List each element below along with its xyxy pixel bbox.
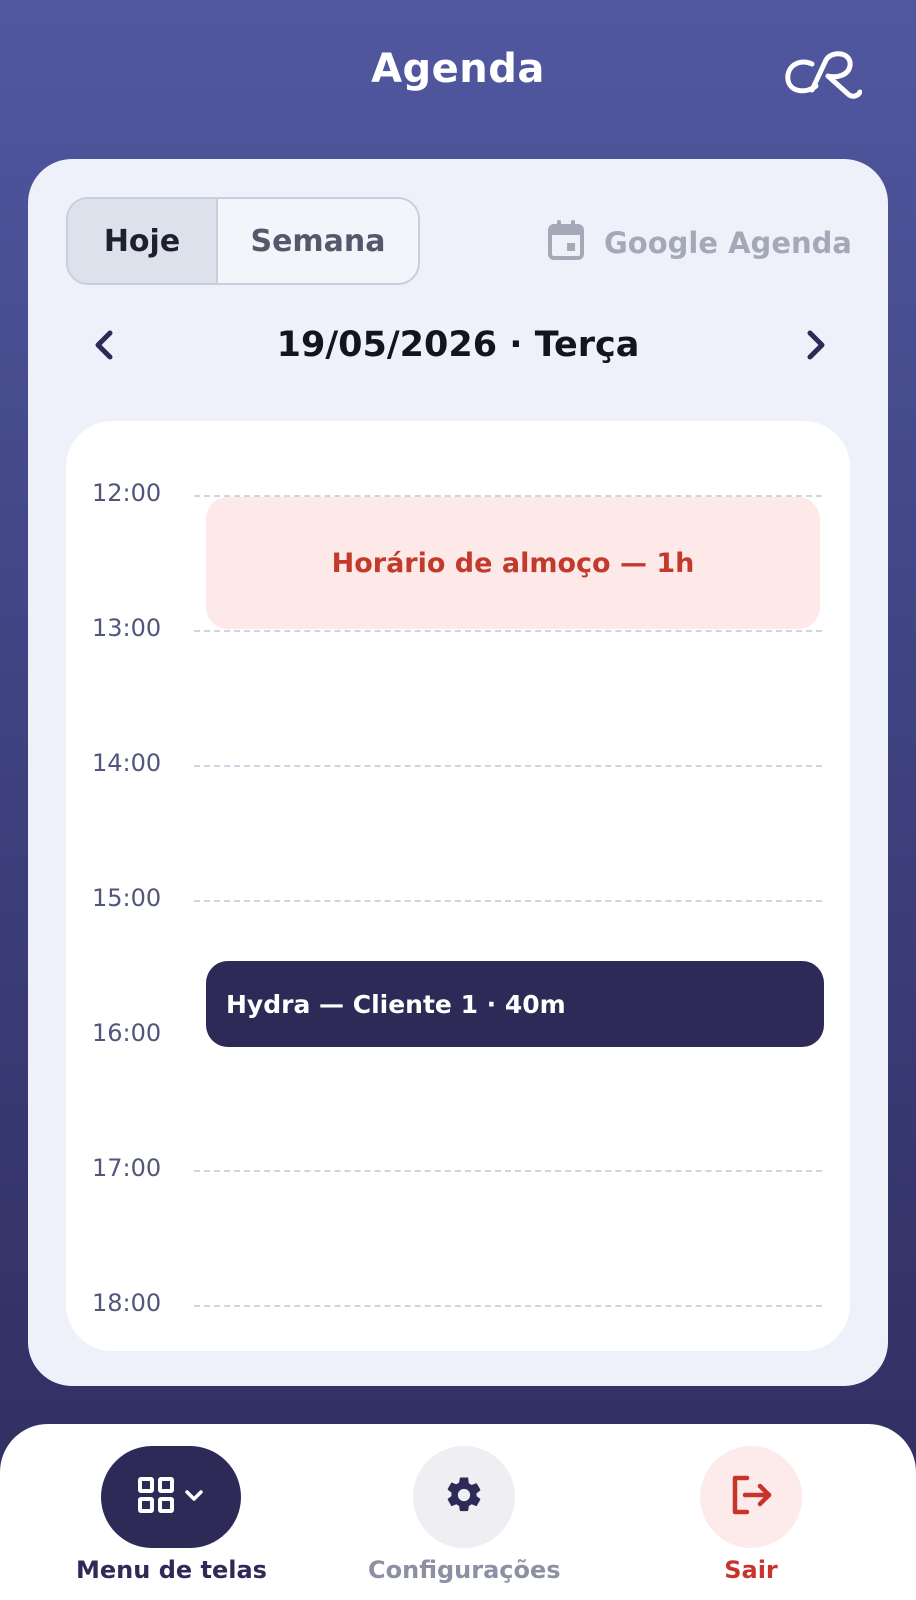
menu-screens-label: Menu de telas xyxy=(76,1556,267,1584)
hour-row: 18:00 xyxy=(66,1289,850,1335)
chevron-right-icon xyxy=(804,329,828,365)
logout-label: Sair xyxy=(724,1556,778,1584)
hour-label: 17:00 xyxy=(92,1154,162,1182)
hour-label: 12:00 xyxy=(92,479,162,507)
next-day-button[interactable] xyxy=(794,325,838,369)
google-calendar-button[interactable]: Google Agenda xyxy=(548,219,852,267)
current-date: 19/05/2026 · Terça xyxy=(276,325,640,365)
gear-icon xyxy=(443,1474,485,1520)
hour-divider xyxy=(194,900,822,902)
page-title: Agenda xyxy=(371,46,545,92)
hour-divider xyxy=(194,765,822,767)
hour-label: 15:00 xyxy=(92,884,162,912)
grid-icon xyxy=(138,1477,175,1517)
hour-label: 14:00 xyxy=(92,749,162,777)
logout-icon xyxy=(729,1474,773,1520)
calendar-icon xyxy=(548,219,584,267)
cr-logo-icon xyxy=(782,50,863,102)
logout-circle[interactable] xyxy=(700,1446,802,1548)
bottom-navigation: Menu de telas Configurações Sair xyxy=(0,1424,916,1600)
logout-button[interactable]: Sair xyxy=(700,1446,802,1584)
date-navigation: 19/05/2026 · Terça xyxy=(28,319,888,375)
appointment-event[interactable]: Hydra — Cliente 1 · 40m xyxy=(206,961,824,1047)
hour-row: 13:00 xyxy=(66,614,850,660)
hour-label: 16:00 xyxy=(92,1019,162,1047)
menu-pill[interactable] xyxy=(101,1446,242,1548)
app-header: Agenda xyxy=(0,0,916,150)
view-toggle: Hoje Semana xyxy=(66,197,420,285)
hour-divider xyxy=(194,630,822,632)
hour-row: 14:00 xyxy=(66,749,850,795)
lunch-break-event[interactable]: Horário de almoço — 1h xyxy=(206,497,820,629)
tab-today[interactable]: Hoje xyxy=(68,199,218,283)
hour-divider xyxy=(194,1305,822,1307)
menu-screens-button[interactable]: Menu de telas xyxy=(76,1446,267,1584)
google-calendar-label: Google Agenda xyxy=(604,226,852,260)
hour-divider xyxy=(194,1170,822,1172)
chevron-down-icon xyxy=(184,1488,204,1507)
settings-label: Configurações xyxy=(368,1556,561,1584)
settings-circle[interactable] xyxy=(413,1446,516,1548)
hour-label: 18:00 xyxy=(92,1289,162,1317)
agenda-card: Hoje Semana Google Agenda 19/05/2026 · T… xyxy=(28,159,888,1386)
hour-row: 17:00 xyxy=(66,1154,850,1200)
settings-button[interactable]: Configurações xyxy=(368,1446,561,1584)
day-timeline[interactable]: 12:00 13:00 14:00 15:00 16:00 17:00 18:0… xyxy=(66,421,850,1351)
hour-row: 15:00 xyxy=(66,884,850,930)
hour-label: 13:00 xyxy=(92,614,162,642)
tab-week[interactable]: Semana xyxy=(218,199,418,283)
